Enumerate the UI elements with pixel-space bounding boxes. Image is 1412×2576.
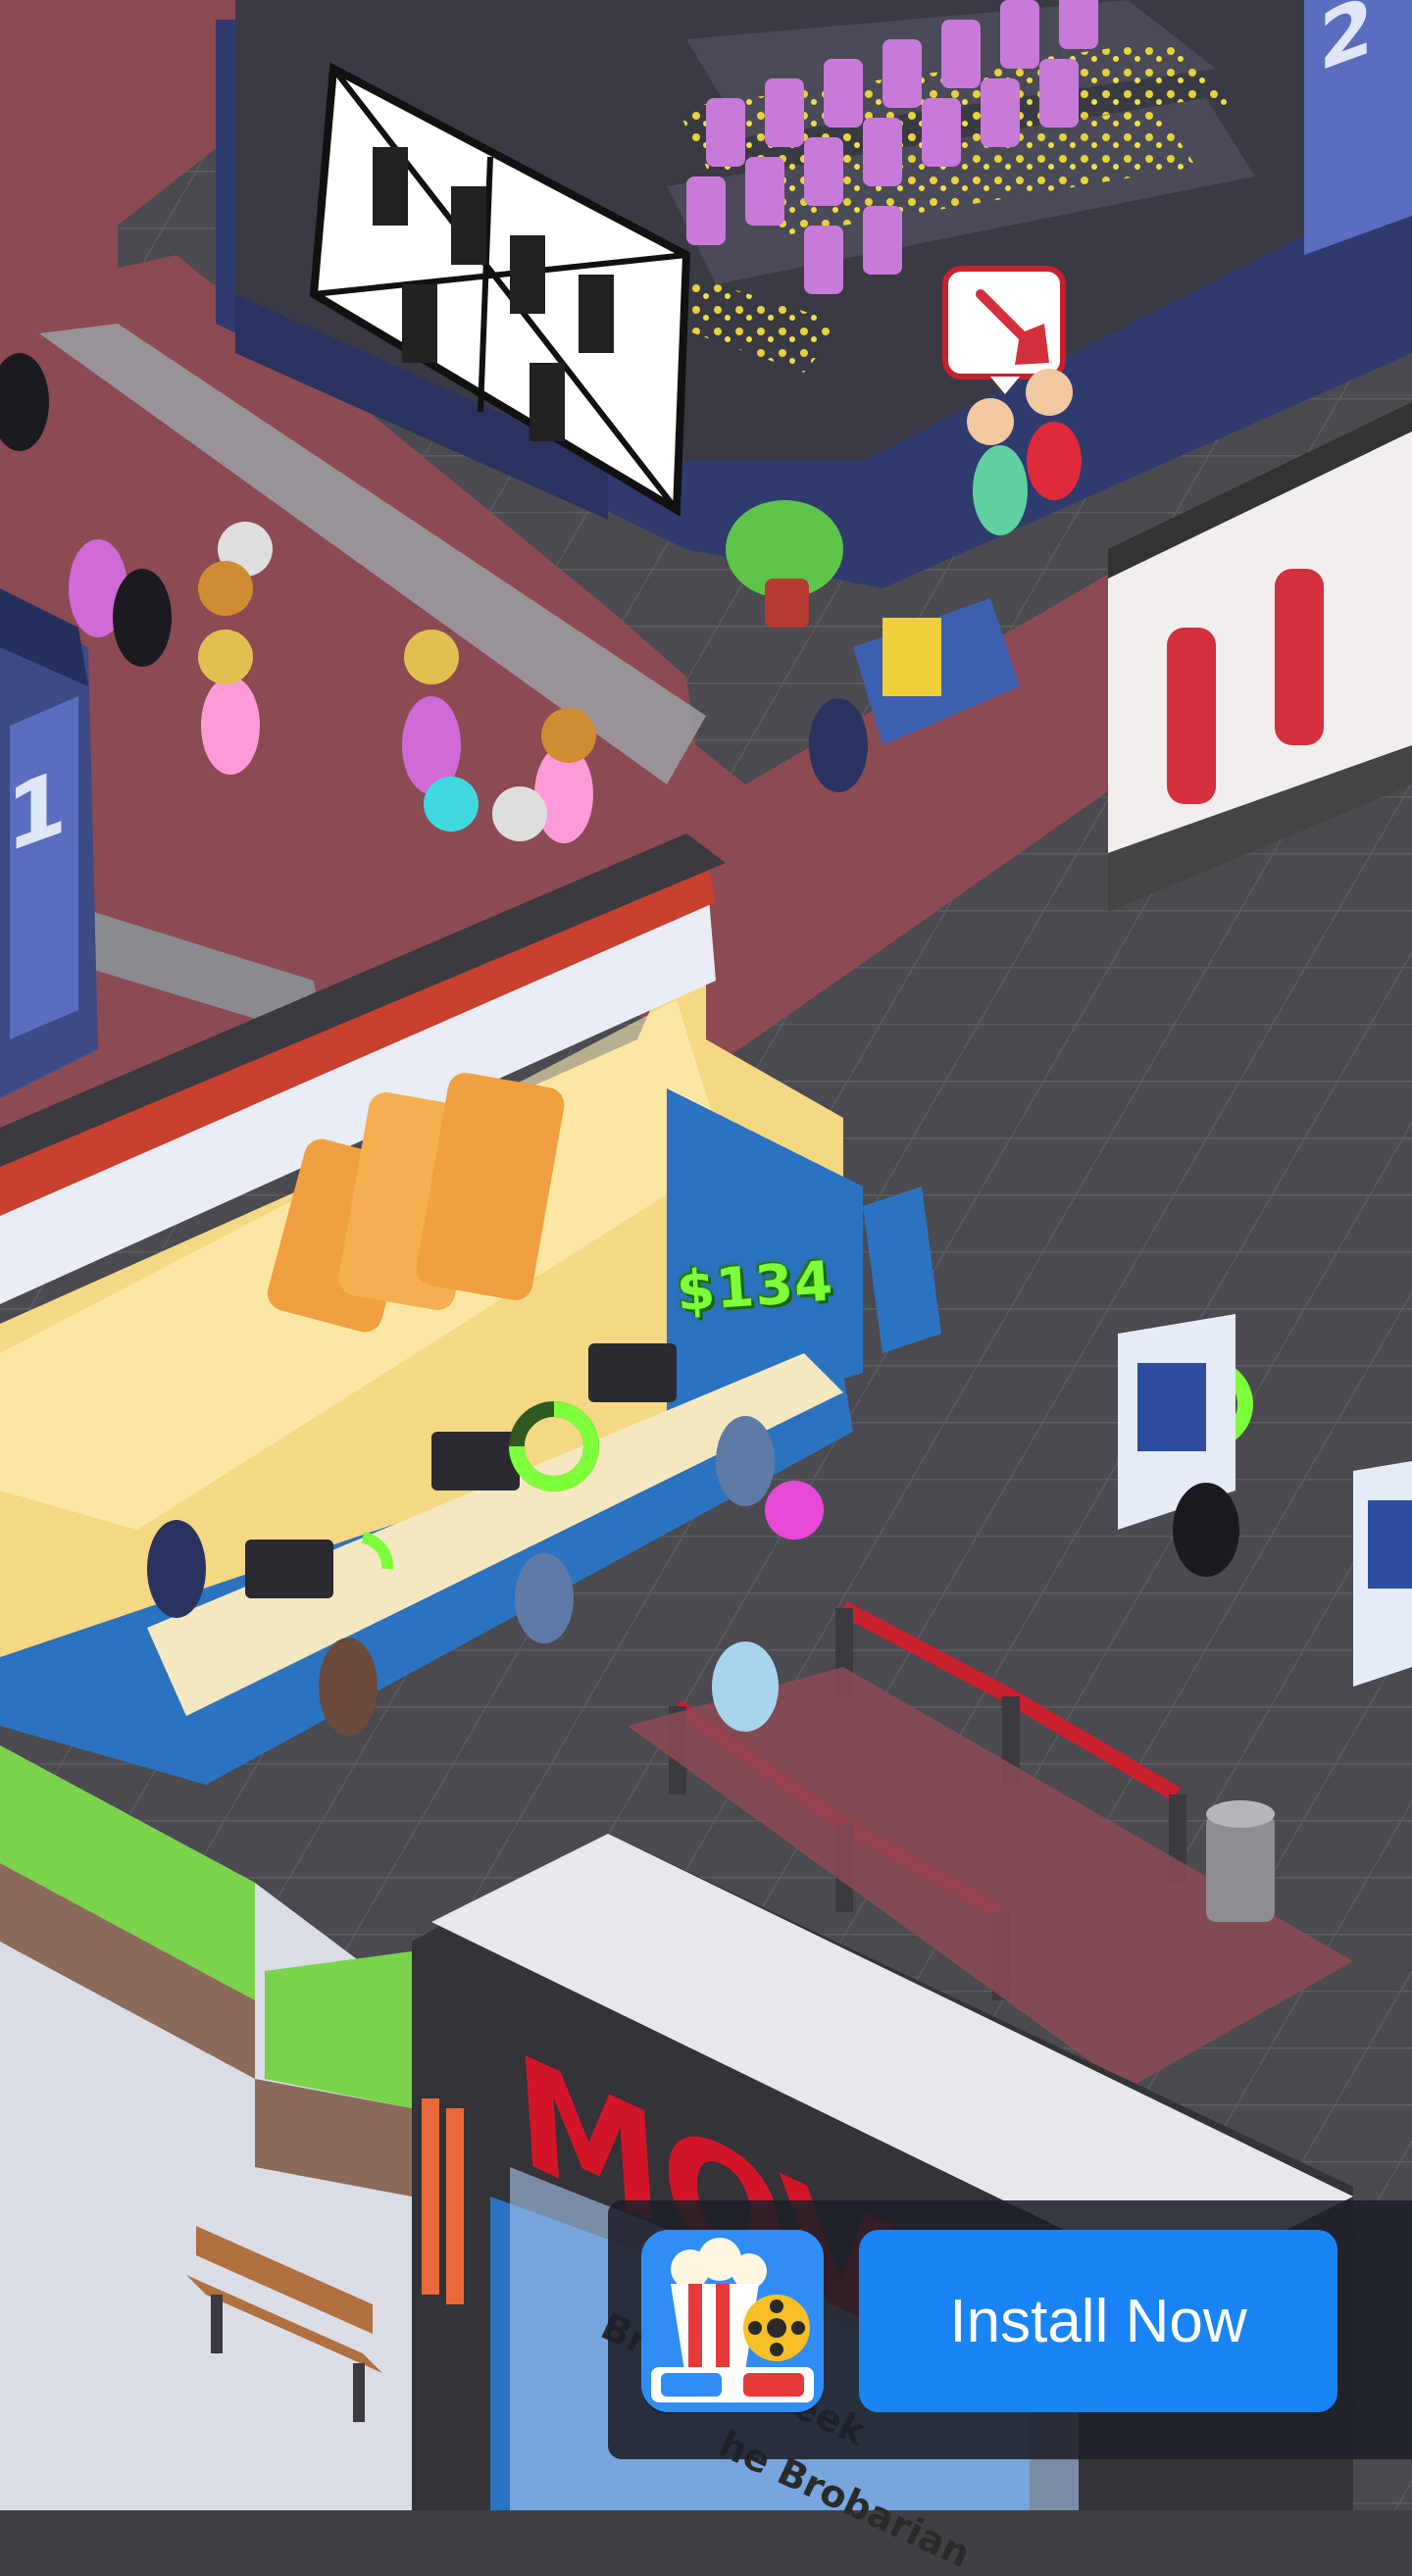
money-earned-popup: $134 xyxy=(674,1249,835,1325)
popcorn-film-3d-glasses-icon xyxy=(641,2230,824,2412)
install-now-button[interactable]: Install Now xyxy=(859,2230,1337,2412)
trash-can xyxy=(1206,1800,1275,1922)
app-icon[interactable] xyxy=(641,2230,824,2412)
